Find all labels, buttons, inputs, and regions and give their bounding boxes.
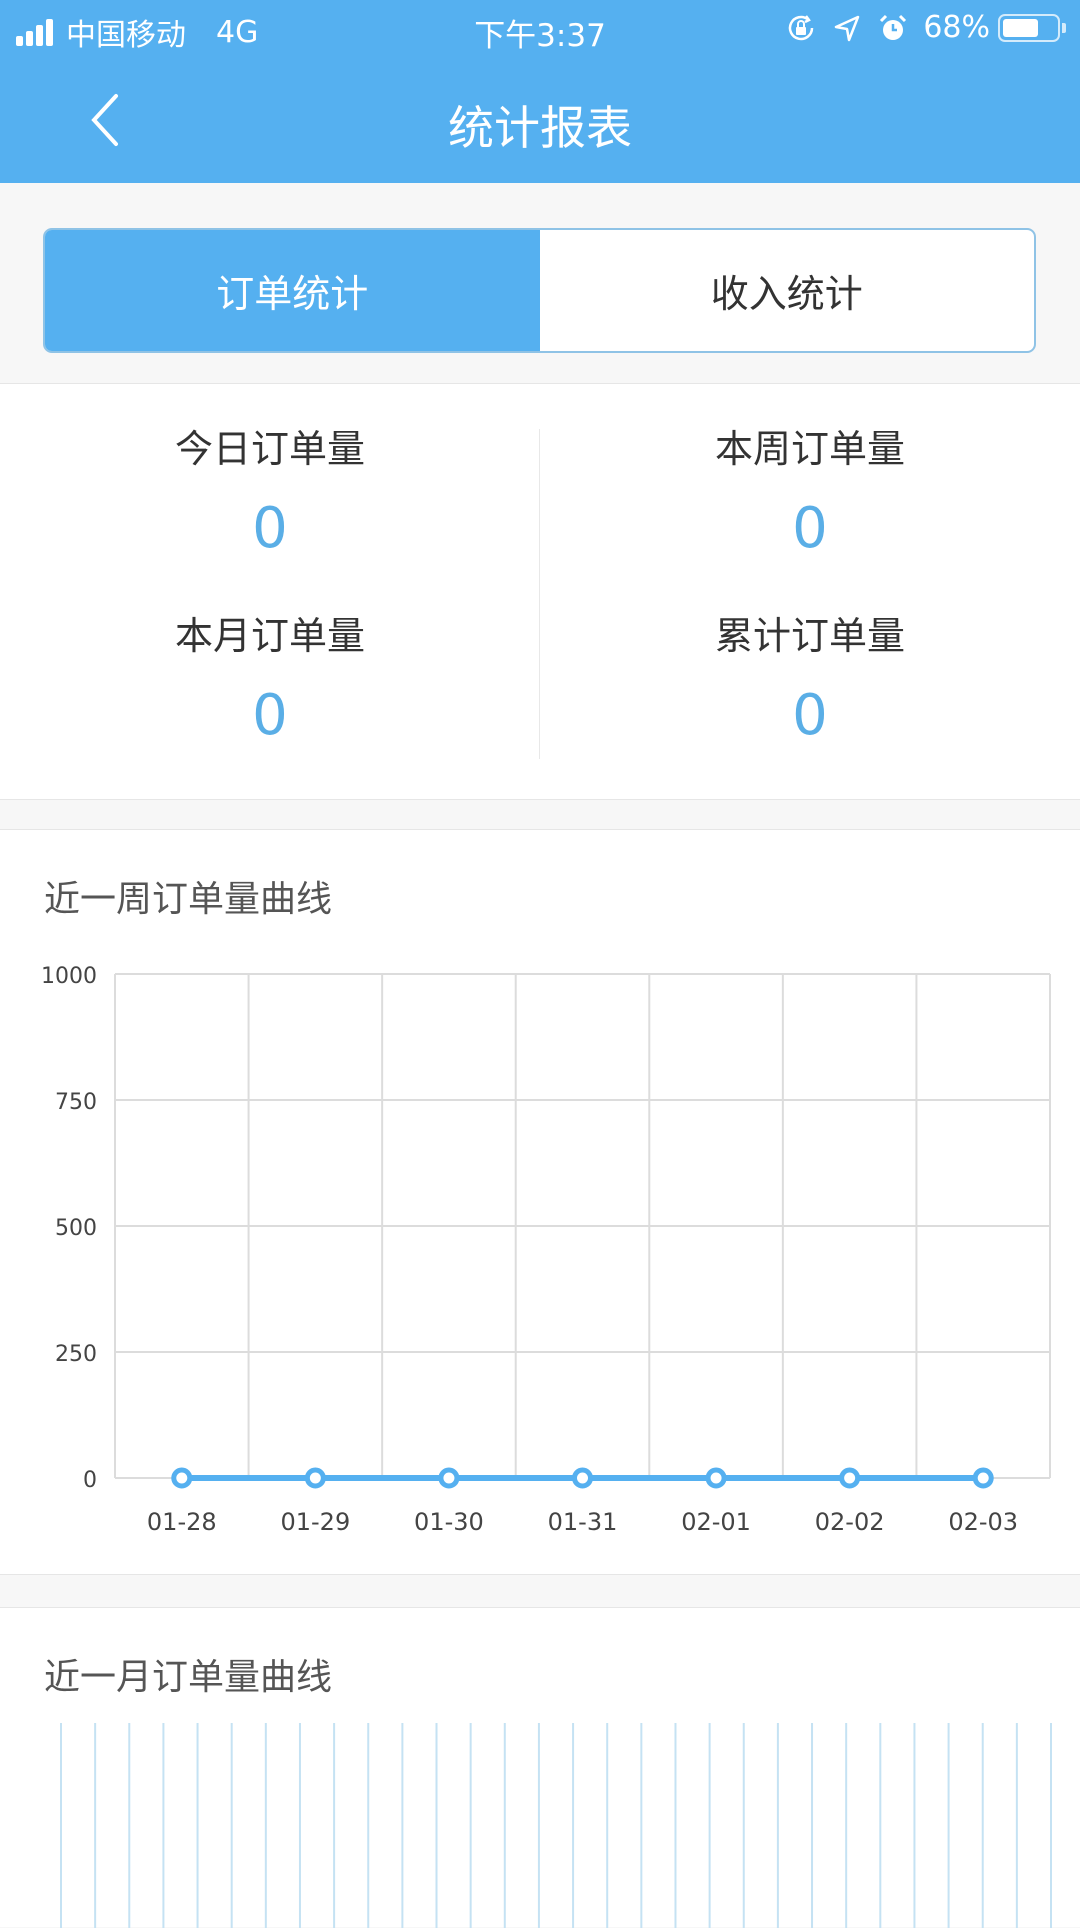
data-point xyxy=(438,1467,460,1489)
stat-label: 本周订单量 xyxy=(714,427,905,471)
y-tick-label: 250 xyxy=(55,1342,97,1367)
data-point xyxy=(839,1467,861,1489)
data-point xyxy=(972,1467,994,1489)
tab-order-stats[interactable]: 订单统计 xyxy=(45,230,540,351)
data-point xyxy=(572,1467,593,1489)
x-tick-label: 01-28 xyxy=(147,1508,217,1536)
nav-bar: 统计报表 xyxy=(0,58,1080,183)
data-point xyxy=(171,1467,193,1489)
week-chart: 0 250 500 750 1000 01-28 01-29 01-30 01-31 02-01 0… xyxy=(41,964,1051,1536)
stat-month-orders: 本月订单量 0 xyxy=(0,611,540,751)
stat-today-orders: 今日订单量 0 xyxy=(0,424,540,564)
location-icon xyxy=(835,15,860,41)
stat-value: 0 xyxy=(792,683,828,748)
battery-level xyxy=(1003,18,1039,37)
stat-value: 0 xyxy=(252,683,288,748)
page-title: 统计报表 xyxy=(448,101,632,155)
x-tick-label: 02-01 xyxy=(681,1508,751,1536)
tab-income-stats[interactable]: 收入统计 xyxy=(540,230,1035,351)
header: 中国移动 4G 下午3:37 68% 统计报表 xyxy=(0,0,1080,183)
stat-value: 0 xyxy=(792,496,828,561)
rotation-lock-icon xyxy=(789,14,814,40)
x-tick-label: 02-03 xyxy=(948,1508,1018,1536)
y-tick-label: 0 xyxy=(83,1468,97,1493)
battery-percent: 68% xyxy=(923,10,990,45)
x-tick-label: 01-30 xyxy=(414,1508,484,1536)
battery-icon xyxy=(998,13,1060,42)
month-chart xyxy=(60,1723,1052,1928)
battery-tip xyxy=(1062,22,1066,33)
segmented-tabs: 订单统计 收入统计 xyxy=(43,228,1036,353)
y-tick-label: 1000 xyxy=(41,964,97,989)
alarm-icon xyxy=(880,14,907,40)
month-chart-section: 近一月订单量曲线 xyxy=(0,1607,1080,1928)
stat-total-orders: 累计订单量 0 xyxy=(540,611,1080,751)
stat-week-orders: 本周订单量 0 xyxy=(540,424,1080,564)
x-tick-label: 02-02 xyxy=(815,1508,885,1536)
stat-label: 今日订单量 xyxy=(174,427,365,471)
week-chart-section: 近一周订单量曲线 0 250 500 750 1000 01-28 01-29 01-30 01… xyxy=(0,829,1080,1575)
y-tick-label: 500 xyxy=(55,1216,97,1241)
stat-label: 本月订单量 xyxy=(174,614,365,658)
data-point xyxy=(304,1467,326,1489)
status-bar: 中国移动 4G 下午3:37 68% xyxy=(0,0,1080,58)
y-tick-label: 750 xyxy=(55,1090,97,1115)
stat-value: 0 xyxy=(252,496,288,561)
stat-label: 累计订单量 xyxy=(714,614,905,658)
stats-panel: 今日订单量 0 本周订单量 0 本月订单量 0 累计订单量 0 xyxy=(0,383,1080,800)
x-tick-label: 01-29 xyxy=(280,1508,350,1536)
x-tick-label: 01-31 xyxy=(548,1508,618,1536)
data-point xyxy=(705,1467,727,1489)
